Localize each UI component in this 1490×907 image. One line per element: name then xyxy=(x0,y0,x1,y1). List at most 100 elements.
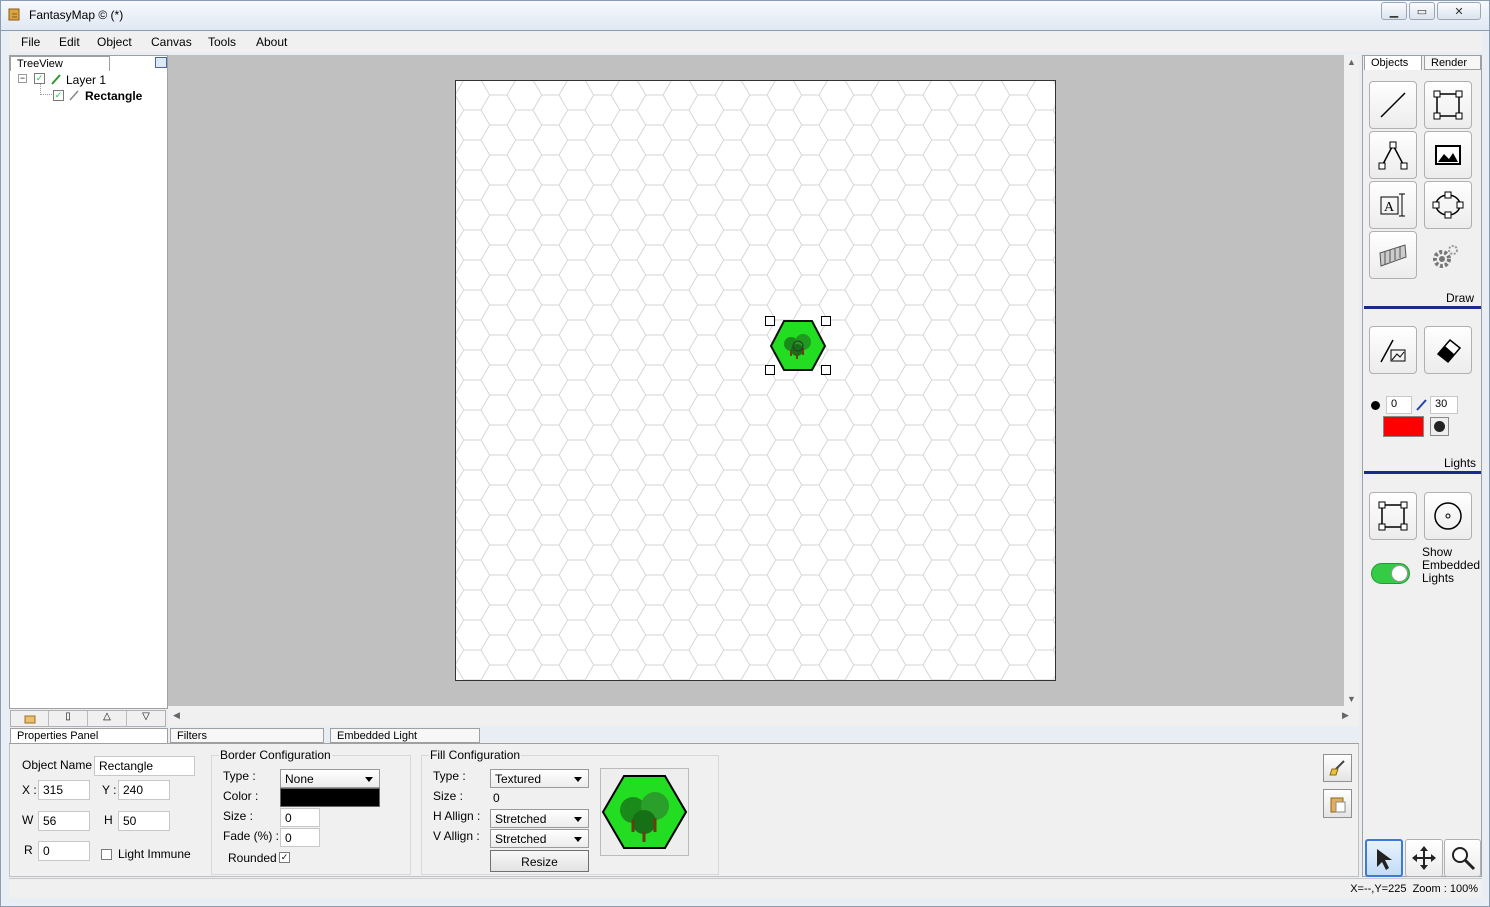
show-embedded-lights-line-1: Show xyxy=(1422,545,1453,559)
map-canvas[interactable] xyxy=(455,80,1056,681)
show-embedded-lights-line-2: Embedded xyxy=(1422,558,1481,572)
menu-edit[interactable]: Edit xyxy=(59,35,80,49)
y-label: Y : xyxy=(102,783,117,797)
line-tool-button[interactable] xyxy=(1369,81,1417,129)
image-tool-button[interactable] xyxy=(1424,131,1472,179)
menu-tools[interactable]: Tools xyxy=(208,35,236,49)
eraser-icon xyxy=(1436,338,1462,364)
add-layer-button[interactable] xyxy=(11,711,49,726)
move-arrows-icon xyxy=(1412,846,1436,870)
clear-button[interactable] xyxy=(1323,754,1352,782)
tab-filters[interactable]: Filters xyxy=(170,728,324,743)
brush-opacity-input[interactable]: 30 xyxy=(1430,396,1458,414)
rectangle-tool-button[interactable] xyxy=(1424,81,1472,129)
brush-shape-button[interactable] xyxy=(1430,417,1449,436)
x-input[interactable]: 315 xyxy=(38,780,90,800)
tab-treeview[interactable]: TreeView xyxy=(10,56,110,71)
show-embedded-lights-line-3: Lights xyxy=(1422,571,1455,585)
lights-section-label: Lights xyxy=(1444,456,1477,470)
pointer-arrow-icon xyxy=(1377,849,1392,870)
brush-size-input[interactable]: 0 xyxy=(1386,396,1412,414)
menu-about[interactable]: About xyxy=(256,35,287,49)
object-name-label: Object Name xyxy=(22,758,93,772)
light-immune-checkbox[interactable] xyxy=(101,849,112,860)
r-input[interactable]: 0 xyxy=(38,841,90,861)
tab-render[interactable]: Render xyxy=(1424,55,1481,70)
draw-section-label: Draw xyxy=(1446,291,1475,305)
fill-size-value[interactable]: 0 xyxy=(493,791,500,805)
border-type-select[interactable]: None xyxy=(280,769,380,788)
minimize-button[interactable]: ▁ xyxy=(1381,2,1407,20)
brush-color-swatch[interactable] xyxy=(1383,416,1424,437)
border-fade-input[interactable]: 0 xyxy=(280,828,320,847)
ellipse-icon xyxy=(1432,191,1464,219)
text-tool-button[interactable]: A xyxy=(1369,181,1417,229)
delete-button[interactable]: ▯ xyxy=(49,711,88,726)
halign-select[interactable]: Stretched xyxy=(490,809,589,828)
brush-opacity-icon xyxy=(1416,399,1427,411)
pencil-icon xyxy=(69,90,79,101)
brush-paint-icon xyxy=(1380,339,1406,363)
tab-embedded-light[interactable]: Embedded Light xyxy=(330,728,480,743)
tree-item-layer[interactable]: Layer 1 xyxy=(66,73,106,87)
texture-preview[interactable] xyxy=(600,768,689,856)
paste-button[interactable] xyxy=(1323,789,1352,818)
tab-properties-panel[interactable]: Properties Panel xyxy=(10,728,168,743)
valign-select[interactable]: Stretched xyxy=(490,829,589,848)
rectangle-checkbox[interactable]: ✓ xyxy=(53,90,64,101)
scroll-left-icon[interactable]: ◀ xyxy=(173,710,180,721)
pan-tool-button[interactable] xyxy=(1405,839,1443,877)
y-input[interactable]: 240 xyxy=(118,780,170,800)
hatch-tool-button[interactable] xyxy=(1369,231,1417,279)
move-up-button[interactable]: △ xyxy=(88,711,127,726)
menu-object[interactable]: Object xyxy=(97,35,132,49)
scroll-right-icon[interactable]: ▶ xyxy=(1342,710,1349,721)
zoom-tool-button[interactable] xyxy=(1444,839,1481,877)
scroll-down-icon[interactable]: ▼ xyxy=(1344,694,1359,704)
move-down-button[interactable]: ▽ xyxy=(127,711,165,726)
folder-icon xyxy=(24,715,35,723)
rounded-checkbox[interactable]: ✓ xyxy=(279,852,290,863)
vertical-scrollbar[interactable]: ▲ ▼ xyxy=(1344,55,1359,706)
magnifier-icon xyxy=(1451,847,1475,871)
selected-hex-object[interactable] xyxy=(763,314,833,378)
horizontal-scrollbar[interactable]: ◀ ▶ xyxy=(168,706,1359,726)
object-name-input[interactable]: Rectangle xyxy=(94,756,195,776)
tree-item-rectangle[interactable]: Rectangle xyxy=(85,89,142,103)
w-label: W xyxy=(22,813,34,827)
brush-tool-button[interactable] xyxy=(1369,326,1417,374)
round-brush-icon xyxy=(1434,421,1445,432)
maximize-button[interactable]: ▭ xyxy=(1409,2,1435,20)
paste-icon xyxy=(1330,797,1345,812)
layer-checkbox[interactable]: ✓ xyxy=(34,73,45,84)
close-button[interactable]: ✕ xyxy=(1437,2,1481,20)
fill-config-title: Fill Configuration xyxy=(429,748,522,762)
ellipse-tool-button[interactable] xyxy=(1424,181,1472,229)
menu-file[interactable]: File xyxy=(21,35,40,49)
scroll-up-icon[interactable]: ▲ xyxy=(1344,57,1359,67)
select-tool-button[interactable] xyxy=(1365,839,1403,877)
resize-button[interactable]: Resize xyxy=(490,850,589,872)
border-color-swatch[interactable] xyxy=(280,788,380,807)
light-rectangle-icon xyxy=(1378,501,1408,531)
toggle-knob xyxy=(1391,565,1408,582)
point-light-button[interactable] xyxy=(1424,492,1472,540)
light-area-button[interactable] xyxy=(1369,492,1417,540)
border-config-title: Border Configuration xyxy=(219,748,332,762)
w-input[interactable]: 56 xyxy=(38,811,90,831)
eraser-tool-button[interactable] xyxy=(1424,326,1472,374)
lights-separator xyxy=(1364,471,1481,474)
polygon-tool-button[interactable] xyxy=(1369,131,1417,179)
line-icon xyxy=(1380,92,1406,118)
border-size-input[interactable]: 0 xyxy=(280,808,320,827)
show-embedded-lights-toggle[interactable] xyxy=(1371,563,1410,584)
collapse-icon[interactable]: − xyxy=(18,74,27,83)
hatch-icon xyxy=(1379,244,1407,267)
h-input[interactable]: 50 xyxy=(118,811,170,831)
fill-type-select[interactable]: Textured xyxy=(490,769,589,788)
pin-icon[interactable] xyxy=(155,57,167,68)
settings-gear-icon[interactable] xyxy=(1430,243,1460,271)
tab-objects[interactable]: Objects xyxy=(1364,55,1422,70)
menu-canvas[interactable]: Canvas xyxy=(151,35,192,49)
image-icon xyxy=(1435,145,1461,165)
